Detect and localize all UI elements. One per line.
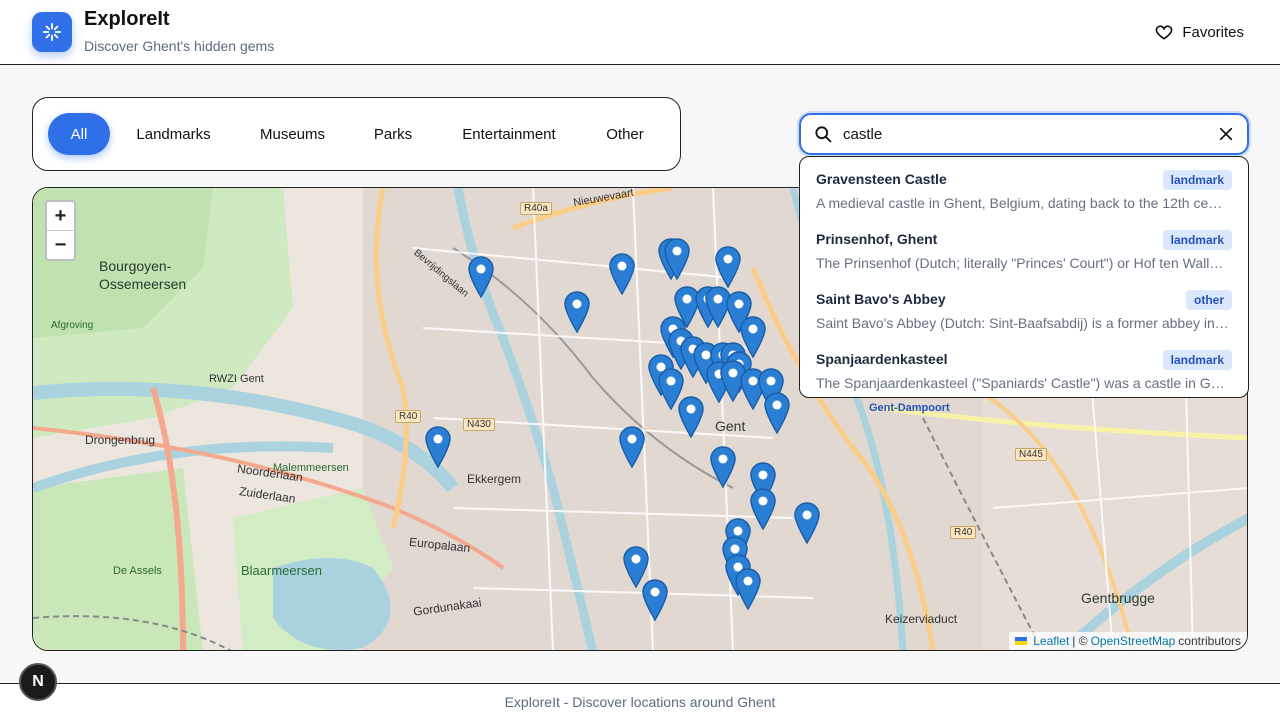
footer-text: ExploreIt - Discover locations around Gh… bbox=[504, 694, 776, 710]
result-category-badge: landmark bbox=[1162, 350, 1232, 370]
result-item[interactable]: Saint Bavo's Abbey other Saint Bavo's Ab… bbox=[800, 287, 1248, 347]
map-marker-icon[interactable] bbox=[735, 568, 761, 611]
dev-tools-badge[interactable]: N bbox=[19, 663, 57, 701]
search-box bbox=[799, 113, 1249, 155]
zoom-out-button[interactable]: − bbox=[47, 231, 74, 260]
map-marker-icon[interactable] bbox=[425, 426, 451, 469]
map-marker-icon[interactable] bbox=[715, 246, 741, 289]
result-description: Saint Bavo's Abbey (Dutch: Sint-Baafsabd… bbox=[816, 315, 1230, 331]
map-marker-icon[interactable] bbox=[664, 238, 690, 281]
result-name: Spanjaardenkasteel bbox=[816, 351, 948, 367]
result-description: The Prinsenhof (Dutch; literally "Prince… bbox=[816, 255, 1230, 271]
result-item[interactable]: Prinsenhof, Ghent landmark The Prinsenho… bbox=[800, 227, 1248, 287]
road-tag: R40 bbox=[950, 526, 977, 539]
map-label: Gent bbox=[715, 418, 746, 434]
category-museums[interactable]: Museums bbox=[237, 113, 348, 155]
search-results: Gravensteen Castle landmark A medieval c… bbox=[799, 156, 1249, 398]
ukraine-flag-icon bbox=[1015, 637, 1028, 645]
map-marker-icon[interactable] bbox=[619, 426, 645, 469]
map-marker-icon[interactable] bbox=[710, 446, 736, 489]
road-tag: N430 bbox=[463, 418, 495, 431]
category-parks[interactable]: Parks bbox=[348, 113, 438, 155]
map-marker-icon[interactable] bbox=[564, 291, 590, 334]
app-header: ExploreIt Discover Ghent's hidden gems F… bbox=[0, 0, 1280, 65]
result-item[interactable]: Spanjaardenkasteel landmark The Spanjaar… bbox=[800, 347, 1248, 407]
map-label: RWZI Gent bbox=[209, 373, 264, 385]
road-tag: N445 bbox=[1015, 448, 1047, 461]
search-icon bbox=[813, 124, 833, 144]
result-description: A medieval castle in Ghent, Belgium, dat… bbox=[816, 195, 1230, 211]
app-footer: ExploreIt - Discover locations around Gh… bbox=[0, 683, 1280, 720]
map-label: De Assels bbox=[113, 565, 162, 577]
result-category-badge: landmark bbox=[1162, 170, 1232, 190]
search-input[interactable] bbox=[843, 125, 1203, 143]
map-marker-icon[interactable] bbox=[794, 502, 820, 545]
map-label: Gentbrugge bbox=[1081, 590, 1155, 606]
attribution-suffix: contributors bbox=[1178, 634, 1241, 648]
result-name: Prinsenhof, Ghent bbox=[816, 231, 938, 247]
map-label: Afgroving bbox=[51, 320, 94, 331]
result-category-badge: other bbox=[1186, 290, 1232, 310]
osm-link[interactable]: OpenStreetMap bbox=[1091, 634, 1176, 648]
category-other[interactable]: Other bbox=[580, 113, 670, 155]
category-landmarks[interactable]: Landmarks bbox=[110, 113, 237, 155]
app-subtitle: Discover Ghent's hidden gems bbox=[84, 38, 275, 54]
zoom-in-button[interactable]: + bbox=[47, 202, 74, 231]
map-label: Drongenbrug bbox=[85, 433, 156, 447]
road-tag: R40a bbox=[520, 202, 552, 215]
zoom-control: + − bbox=[45, 200, 76, 261]
result-item[interactable]: Gravensteen Castle landmark A medieval c… bbox=[800, 167, 1248, 227]
heart-icon bbox=[1155, 25, 1173, 40]
category-all[interactable]: All bbox=[48, 113, 110, 155]
result-category-badge: landmark bbox=[1162, 230, 1232, 250]
clear-search-icon[interactable] bbox=[1217, 125, 1235, 143]
leaflet-link[interactable]: Leaflet bbox=[1033, 634, 1069, 648]
app-title: ExploreIt bbox=[84, 8, 170, 30]
map-label: Blaarmeersen bbox=[241, 563, 322, 578]
result-name: Saint Bavo's Abbey bbox=[816, 291, 946, 307]
result-description: The Spanjaardenkasteel ("Spaniards' Cast… bbox=[816, 375, 1230, 391]
map-label: Ekkergem bbox=[467, 472, 522, 486]
map-marker-icon[interactable] bbox=[609, 253, 635, 296]
map-marker-icon[interactable] bbox=[468, 256, 494, 299]
logo[interactable] bbox=[32, 12, 72, 52]
map-marker-icon[interactable] bbox=[764, 392, 790, 435]
map-marker-icon[interactable] bbox=[750, 488, 776, 531]
category-entertainment[interactable]: Entertainment bbox=[438, 113, 580, 155]
favorites-label: Favorites bbox=[1182, 23, 1244, 41]
result-name: Gravensteen Castle bbox=[816, 171, 947, 187]
map-label: Keizerviaduct bbox=[885, 612, 958, 626]
attribution-separator: | © bbox=[1072, 634, 1088, 648]
map-label: Ossemeersen bbox=[99, 276, 187, 292]
map-marker-icon[interactable] bbox=[642, 579, 668, 622]
sparkle-icon bbox=[42, 22, 62, 42]
map-label: Malemmeersen bbox=[273, 462, 349, 474]
map-marker-icon[interactable] bbox=[678, 396, 704, 439]
road-tag: R40 bbox=[395, 410, 422, 423]
category-filter: All Landmarks Museums Parks Entertainmen… bbox=[32, 97, 681, 171]
map-attribution: Leaflet | © OpenStreetMap contributors bbox=[1009, 632, 1247, 650]
favorites-button[interactable]: Favorites bbox=[1154, 20, 1244, 44]
map-label: Bourgoyen- bbox=[99, 258, 172, 274]
